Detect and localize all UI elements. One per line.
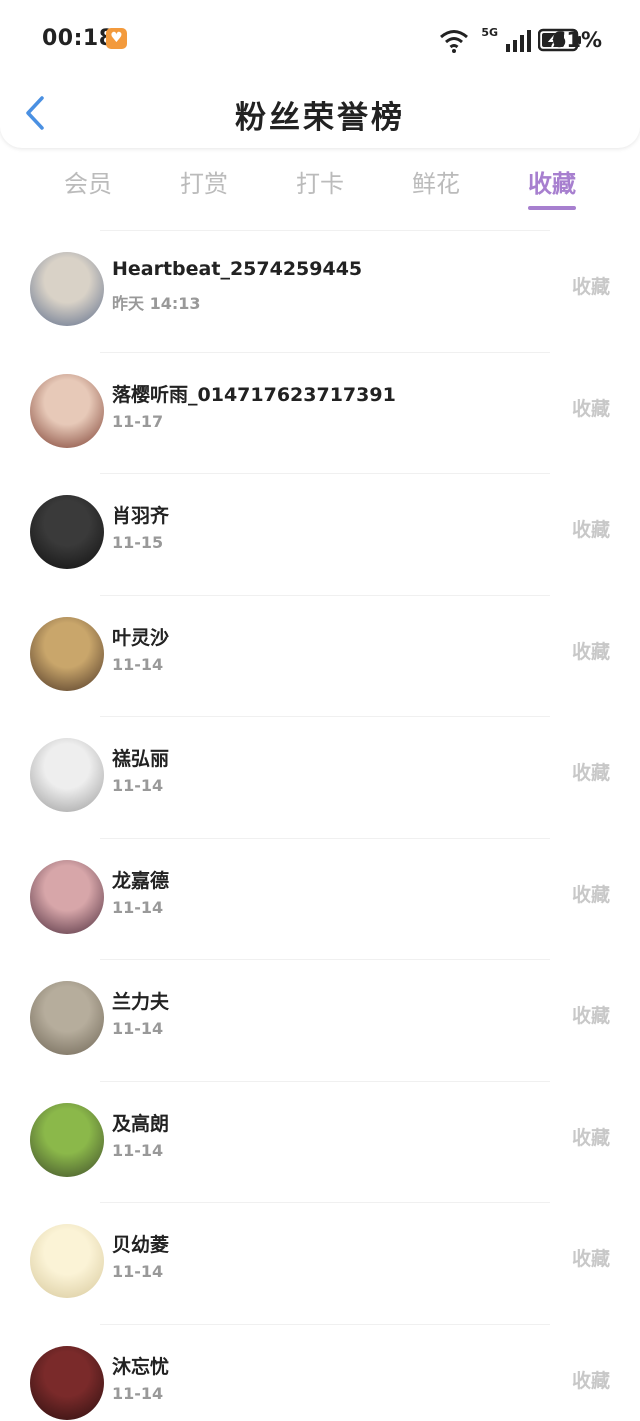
top-header: 00:18 ♥ 5G 61% 粉丝荣誉榜: [0, 0, 640, 148]
tab-favorites[interactable]: 收藏: [494, 160, 610, 212]
avatar[interactable]: [30, 1345, 104, 1420]
favorite-action-label: 收藏: [571, 1248, 610, 1270]
tab-tips[interactable]: 打赏: [146, 160, 262, 212]
battery-percent: 61%: [551, 28, 602, 52]
favorite-action-label: 收藏: [571, 883, 610, 906]
avatar[interactable]: [30, 859, 104, 934]
fan-date: 11-14: [112, 1019, 164, 1038]
tab-bar: 会员 打赏 打卡 鲜花 收藏: [30, 160, 610, 212]
fan-date: 11-14: [112, 1262, 164, 1281]
avatar[interactable]: [30, 373, 104, 448]
fan-name: Heartbeat_2574259445: [112, 258, 363, 280]
fan-list: Heartbeat_2574259445 昨天 14:13 收藏 落樱听雨_01…: [0, 230, 640, 1421]
list-item[interactable]: 及高朗 11-14 收藏: [0, 1080, 640, 1203]
status-time: 00:18: [42, 26, 115, 51]
tab-flowers[interactable]: 鲜花: [378, 160, 494, 212]
signal-icon: [506, 30, 531, 52]
list-item[interactable]: 肖羽齐 11-15 收藏: [0, 473, 640, 595]
fan-name: 禚弘丽: [112, 748, 170, 770]
fan-name: 兰力夫: [112, 991, 170, 1013]
fan-date: 昨天 14:13: [112, 294, 201, 313]
fan-date: 11-17: [112, 411, 164, 431]
favorite-action-label: 收藏: [571, 276, 610, 298]
tab-checkin[interactable]: 打卡: [262, 160, 378, 212]
fan-date: 11-14: [112, 1383, 164, 1403]
fan-name: 沐忘忧: [112, 1355, 170, 1378]
fan-name: 及高朗: [112, 1112, 170, 1135]
page-title: 粉丝荣誉榜: [235, 100, 405, 136]
list-item[interactable]: 龙嘉德 11-14 收藏: [0, 837, 640, 960]
fan-name: 叶灵沙: [112, 626, 170, 649]
list-item[interactable]: 贝幼菱 11-14 收藏: [0, 1202, 640, 1324]
fan-date: 11-15: [112, 533, 164, 552]
fan-name: 贝幼菱: [112, 1234, 170, 1256]
wifi-icon: [440, 30, 468, 53]
list-item[interactable]: 叶灵沙 11-14 收藏: [0, 594, 640, 717]
favorite-action-label: 收藏: [571, 519, 610, 541]
avatar[interactable]: [30, 1224, 104, 1298]
favorite-action-label: 收藏: [571, 1126, 610, 1149]
list-item[interactable]: 落樱听雨_014717623717391 11-17 收藏: [0, 351, 640, 474]
avatar[interactable]: [30, 738, 104, 812]
favorite-action-label: 收藏: [571, 1005, 610, 1027]
fan-name: 落樱听雨_014717623717391: [112, 383, 396, 406]
avatar[interactable]: [30, 981, 104, 1055]
fan-date: 11-14: [112, 654, 164, 674]
fan-name: 肖羽齐: [112, 505, 170, 527]
fan-date: 11-14: [112, 1140, 164, 1160]
active-tab-indicator: [528, 206, 576, 210]
network-label: 5G: [481, 26, 498, 39]
favorite-action-label: 收藏: [571, 397, 610, 420]
list-item[interactable]: 兰力夫 11-14 收藏: [0, 959, 640, 1081]
status-bar: 00:18 ♥ 5G 61%: [0, 0, 640, 80]
fan-date: 11-14: [112, 776, 164, 795]
favorite-action-label: 收藏: [571, 1369, 610, 1392]
avatar[interactable]: [30, 252, 104, 326]
favorite-action-label: 收藏: [571, 762, 610, 784]
avatar[interactable]: [30, 616, 104, 691]
fan-date: 11-14: [112, 897, 164, 917]
fan-name: 龙嘉德: [112, 869, 170, 892]
heart-app-icon: ♥: [106, 28, 127, 49]
list-item[interactable]: 禚弘丽 11-14 收藏: [0, 716, 640, 838]
avatar[interactable]: [30, 495, 104, 569]
list-item[interactable]: 沐忘忧 11-14 收藏: [0, 1323, 640, 1421]
list-item[interactable]: Heartbeat_2574259445 昨天 14:13 收藏: [0, 230, 640, 352]
avatar[interactable]: [30, 1102, 104, 1177]
favorite-action-label: 收藏: [571, 640, 610, 663]
tab-members[interactable]: 会员: [30, 160, 146, 212]
